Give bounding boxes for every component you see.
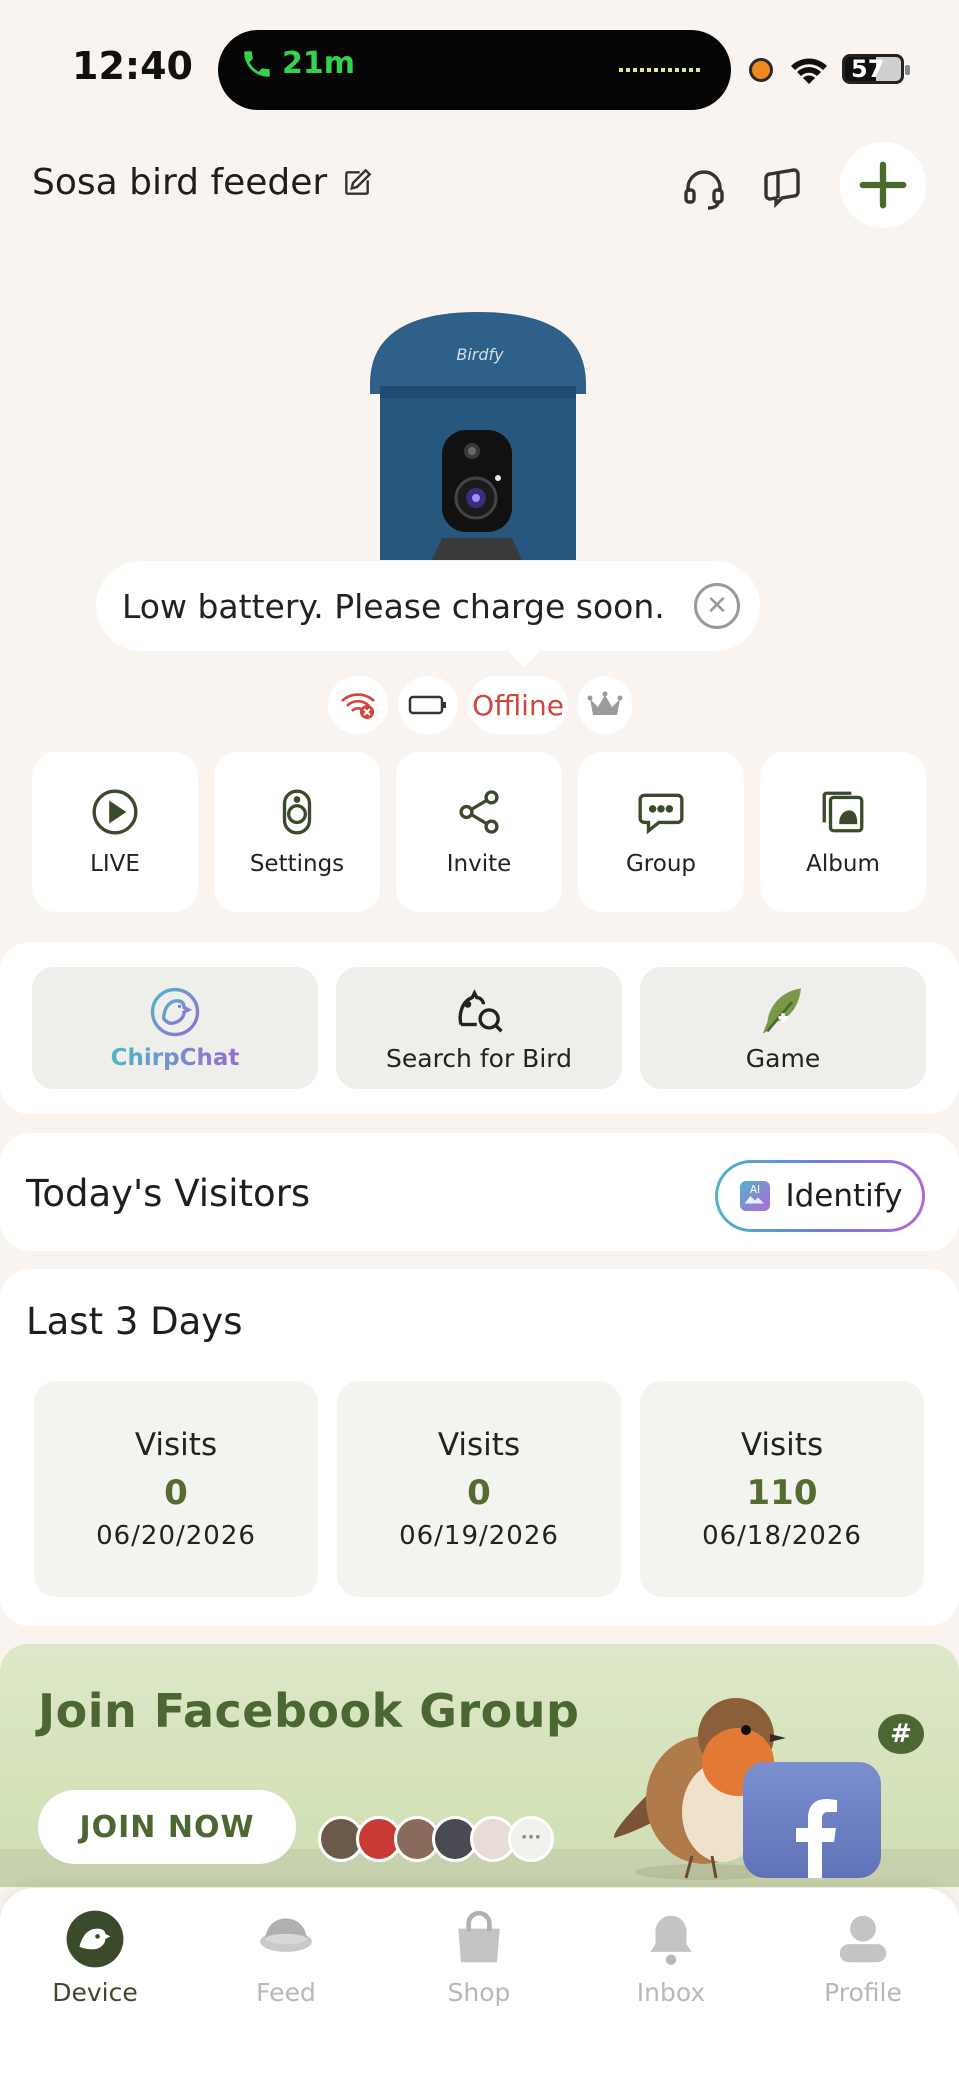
visits-date: 06/19/2026 bbox=[399, 1521, 559, 1551]
call-duration: 21m bbox=[282, 46, 356, 81]
status-time: 12:40 bbox=[72, 44, 193, 88]
phone-icon bbox=[244, 50, 270, 77]
nav-profile[interactable]: Profile bbox=[788, 1908, 938, 2007]
banner-title: Join Facebook Group bbox=[38, 1684, 580, 1738]
identify-label: Identify bbox=[785, 1178, 903, 1214]
feather-game-icon bbox=[762, 988, 801, 1033]
hashtag-icon: # bbox=[878, 1714, 924, 1754]
visits-label: Visits bbox=[740, 1427, 824, 1463]
nav-device-label: Device bbox=[52, 1978, 138, 2007]
audio-waveform bbox=[619, 68, 703, 72]
member-avatars: ··· bbox=[318, 1816, 554, 1862]
chirpchat-label: ChirpChat bbox=[110, 1045, 240, 1071]
battery-icon: 57 bbox=[842, 54, 910, 84]
low-battery-tooltip: Low battery. Please charge soon. ✕ bbox=[96, 561, 760, 667]
visit-day-card[interactable]: Visits 110 06/18/2026 bbox=[640, 1381, 924, 1597]
facebook-group-banner[interactable]: Join Facebook Group JOIN NOW ··· # bbox=[0, 1644, 959, 1887]
visits-count: 0 bbox=[467, 1473, 491, 1513]
plus-icon bbox=[859, 161, 907, 209]
bird-feeder-camera-image: Birdfy bbox=[370, 312, 586, 560]
device-title: Sosa bird feeder bbox=[32, 162, 373, 203]
crown-icon bbox=[587, 691, 623, 715]
device-settings-icon bbox=[282, 789, 312, 835]
game-button[interactable]: Game bbox=[640, 967, 926, 1089]
premium-status-chip bbox=[578, 676, 632, 734]
wifi-off-icon bbox=[341, 693, 375, 719]
bell-icon bbox=[650, 1915, 692, 1965]
bottom-navigation: Device Feed Shop Inbox Profile bbox=[0, 1888, 959, 2084]
nav-shop[interactable]: Shop bbox=[404, 1908, 554, 2007]
album-label: Album bbox=[806, 851, 880, 877]
facebook-f-icon bbox=[796, 1799, 837, 1878]
visits-label: Visits bbox=[437, 1427, 521, 1463]
settings-label: Settings bbox=[249, 851, 345, 877]
visits-date: 06/18/2026 bbox=[702, 1521, 862, 1551]
live-label: LIVE bbox=[90, 851, 140, 877]
group-label: Group bbox=[625, 851, 697, 877]
shopping-bag-icon bbox=[458, 1910, 500, 1963]
play-icon bbox=[92, 789, 138, 835]
headset-icon bbox=[684, 170, 724, 210]
album-button[interactable]: Album bbox=[760, 752, 926, 912]
visits-count: 110 bbox=[746, 1473, 818, 1513]
album-icon bbox=[822, 791, 864, 833]
nav-feed-label: Feed bbox=[256, 1978, 316, 2007]
nav-feed[interactable]: Feed bbox=[211, 1908, 361, 2007]
visits-count: 0 bbox=[164, 1473, 188, 1513]
bird-search-icon bbox=[458, 988, 503, 1032]
visit-day-card[interactable]: Visits 0 06/20/2026 bbox=[34, 1381, 318, 1597]
message-button[interactable] bbox=[756, 160, 812, 216]
settings-button[interactable]: Settings bbox=[214, 752, 380, 912]
chirpchat-bird-icon bbox=[150, 987, 200, 1037]
visit-day-card[interactable]: Visits 0 06/19/2026 bbox=[337, 1381, 621, 1597]
last-3-days-title: Last 3 Days bbox=[26, 1300, 243, 1343]
edit-icon[interactable] bbox=[341, 167, 373, 199]
group-button[interactable]: Group bbox=[578, 752, 744, 912]
todays-visitors-title: Today's Visitors bbox=[26, 1172, 311, 1215]
offline-status-chip: Offline bbox=[468, 676, 568, 734]
feed-tab-icon bbox=[260, 1918, 312, 1952]
search-for-bird-button[interactable]: Search for Bird bbox=[336, 967, 622, 1089]
wifi-icon bbox=[791, 58, 827, 84]
chirpchat-button[interactable]: ChirpChat bbox=[32, 967, 318, 1089]
invite-label: Invite bbox=[446, 851, 512, 877]
battery-level: 57 bbox=[851, 55, 885, 83]
more-avatars: ··· bbox=[508, 1816, 554, 1862]
tooltip-message: Low battery. Please charge soon. bbox=[122, 586, 665, 626]
game-label: Game bbox=[745, 1043, 821, 1073]
close-icon[interactable]: ✕ bbox=[694, 583, 740, 629]
join-now-button[interactable]: JOIN NOW bbox=[38, 1790, 296, 1864]
svg-text:AI: AI bbox=[750, 1184, 760, 1196]
search-for-bird-label: Search for Bird bbox=[386, 1043, 572, 1073]
share-icon bbox=[459, 790, 499, 834]
live-button[interactable]: LIVE bbox=[32, 752, 198, 912]
add-device-button[interactable] bbox=[840, 142, 926, 228]
visits-label: Visits bbox=[134, 1427, 218, 1463]
dynamic-island[interactable]: 21m bbox=[218, 30, 731, 110]
device-brand-mark: Birdfy bbox=[456, 345, 504, 364]
group-chat-icon bbox=[638, 793, 684, 835]
support-button[interactable] bbox=[676, 160, 732, 216]
identify-button[interactable]: AI Identify bbox=[715, 1160, 925, 1232]
nav-inbox[interactable]: Inbox bbox=[596, 1908, 746, 2007]
wifi-status-chip bbox=[328, 676, 388, 734]
nav-device[interactable]: Device bbox=[20, 1908, 170, 2007]
nav-profile-label: Profile bbox=[824, 1978, 902, 2007]
recording-dot-icon bbox=[749, 58, 773, 82]
device-tab-icon bbox=[66, 1910, 124, 1968]
chat-bubble-icon bbox=[764, 168, 800, 209]
profile-icon bbox=[839, 1915, 887, 1963]
battery-status-chip bbox=[398, 676, 458, 734]
nav-shop-label: Shop bbox=[447, 1978, 511, 2007]
call-indicator: 21m bbox=[240, 46, 355, 81]
battery-empty-icon bbox=[408, 695, 446, 715]
invite-button[interactable]: Invite bbox=[396, 752, 562, 912]
visits-date: 06/20/2026 bbox=[96, 1521, 256, 1551]
nav-inbox-label: Inbox bbox=[636, 1978, 706, 2007]
ai-image-icon: AI bbox=[740, 1181, 771, 1211]
device-name: Sosa bird feeder bbox=[32, 162, 328, 203]
